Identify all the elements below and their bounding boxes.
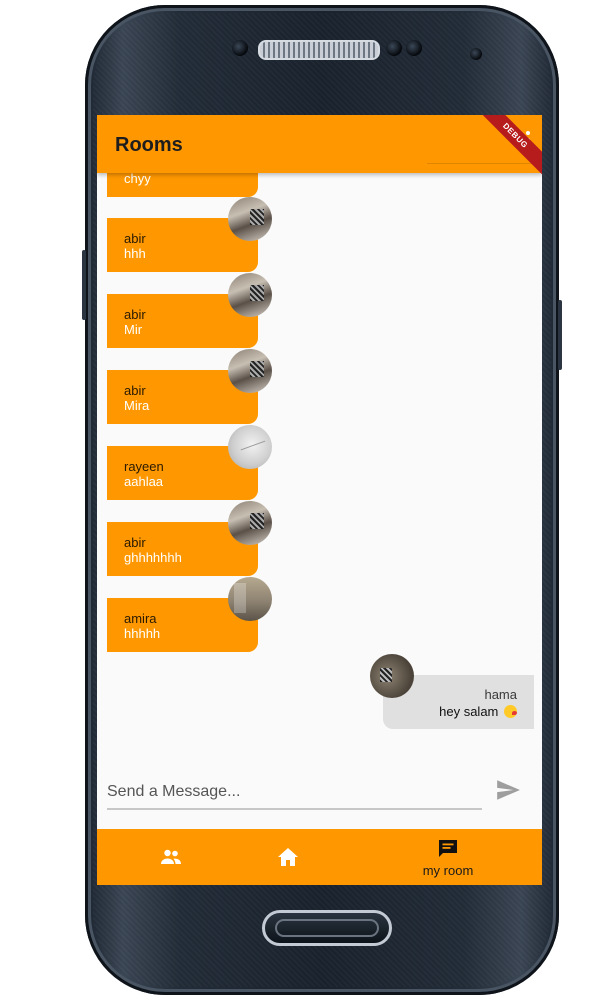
light-sensor-icon — [406, 40, 422, 56]
avatar — [228, 425, 272, 469]
home-hardware-button[interactable] — [262, 910, 392, 946]
message-text: hey salam — [439, 704, 499, 719]
message-list[interactable]: chyy abir hhh abir Mir abir Mira rayeen … — [97, 171, 542, 763]
message-text: hhh — [124, 246, 146, 261]
kissing-face-emoji-icon — [504, 705, 517, 718]
message-composer — [97, 765, 542, 825]
nav-item-people[interactable] — [97, 829, 245, 885]
avatar — [228, 501, 272, 545]
message-text: aahlaa — [124, 474, 164, 489]
proximity-sensor-icon — [386, 40, 402, 56]
app-bar: Rooms DEBUG — [97, 115, 542, 181]
message-text: chyy — [124, 171, 151, 186]
avatar — [228, 349, 272, 393]
people-icon — [161, 849, 181, 864]
page-title: Rooms — [115, 134, 183, 156]
power-button — [558, 300, 562, 370]
avatar — [228, 577, 272, 621]
avatar — [370, 654, 414, 698]
chat-icon — [439, 840, 457, 857]
message-text: hhhhh — [124, 626, 161, 641]
message-bubble: chyy — [107, 171, 258, 197]
message-text: Mira — [124, 398, 150, 413]
send-icon[interactable] — [495, 777, 521, 803]
message-input[interactable] — [107, 776, 482, 810]
message-text: ghhhhhhh — [124, 550, 182, 565]
nav-label-my-room: my room — [422, 863, 474, 878]
nav-item-home[interactable] — [245, 829, 393, 885]
nav-item-my-room[interactable]: my room — [394, 829, 542, 885]
volume-button — [82, 250, 86, 320]
avatar — [228, 273, 272, 317]
bottom-navigation: my room — [97, 829, 542, 885]
debug-banner: DEBUG — [470, 115, 542, 181]
camera-lens-icon — [470, 48, 482, 60]
app-screen: Rooms DEBUG chyy abir hhh abir Mir abir … — [97, 115, 542, 885]
front-camera-icon — [232, 40, 248, 56]
avatar — [228, 197, 272, 241]
message-text: Mir — [124, 322, 143, 337]
home-icon — [278, 848, 298, 866]
appbar-divider — [427, 163, 542, 164]
earpiece-speaker — [258, 40, 380, 60]
